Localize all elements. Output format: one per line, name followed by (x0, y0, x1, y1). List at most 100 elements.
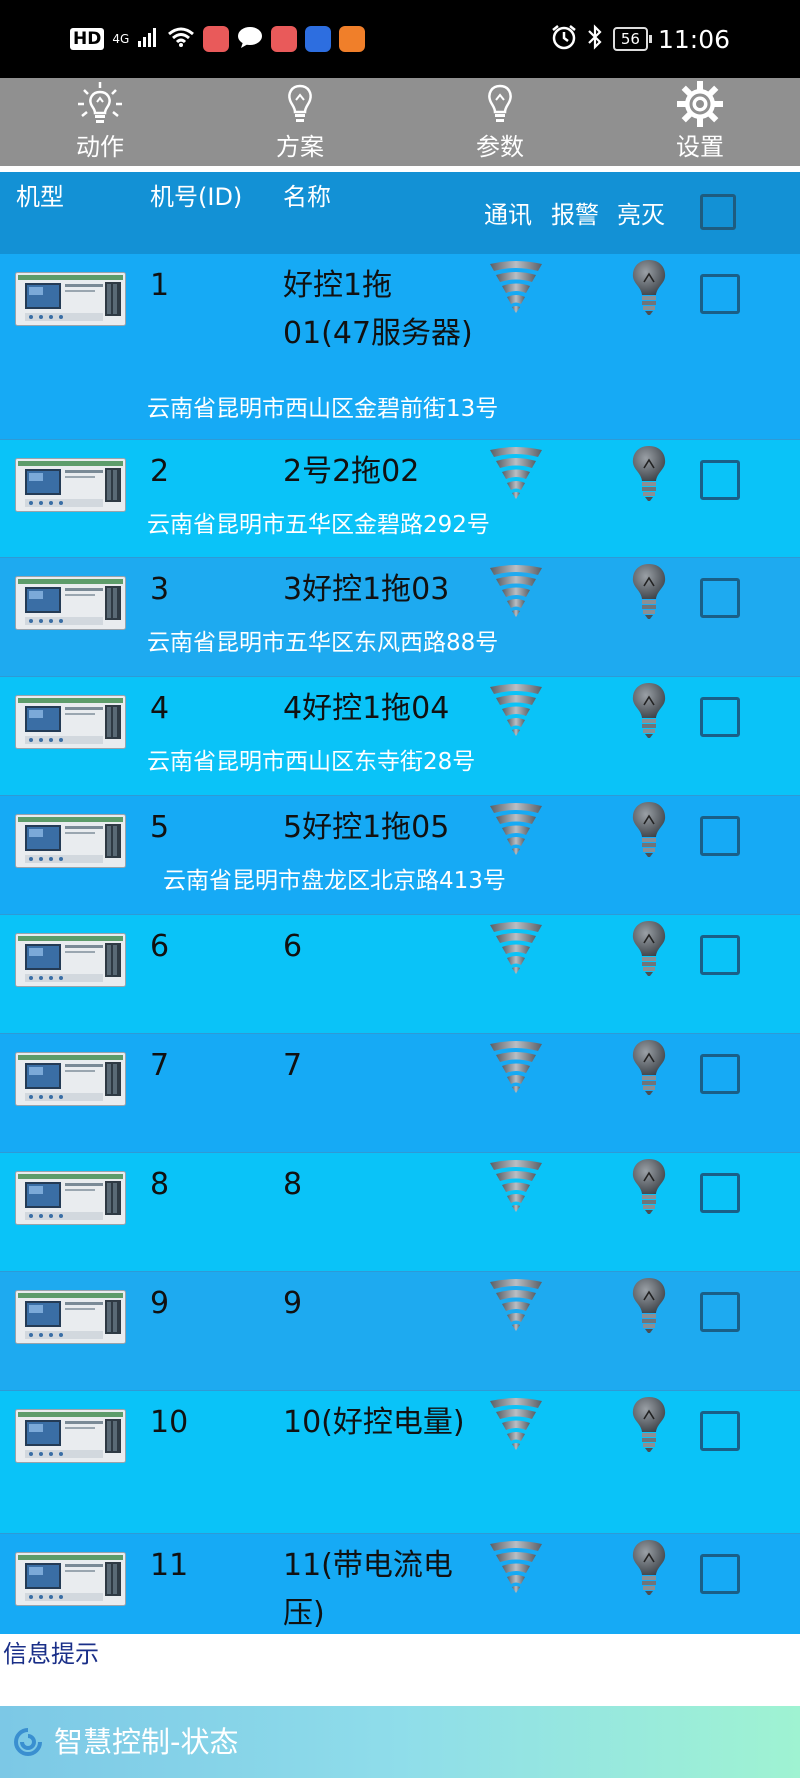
light-bulb-icon (288, 84, 312, 122)
device-list[interactable]: 机型 机号(ID) 名称 通讯 报警 亮灭 1 好控1拖01(47服务器) 云南省… (0, 172, 800, 1634)
device-row[interactable]: 11 11(带电流电压) (0, 1534, 800, 1634)
bulb-icon (632, 683, 666, 738)
row-checkbox[interactable] (700, 460, 740, 500)
footer-title: 智慧控制-状态 (54, 1725, 239, 1759)
gear-icon (677, 81, 723, 127)
clock: 11:06 (657, 24, 730, 54)
device-image (15, 1290, 126, 1344)
device-name: 6 (283, 929, 303, 964)
row-checkbox[interactable] (700, 1292, 740, 1332)
device-row[interactable]: 66 (0, 915, 800, 1034)
bulb-app-icon (305, 26, 332, 52)
device-name: 11(带电流电压) (283, 1548, 453, 1631)
nav-item-params[interactable]: 参数 (400, 78, 600, 166)
network-type: 4G (112, 32, 130, 46)
device-row[interactable]: 99 (0, 1272, 800, 1391)
device-id: 4 (150, 691, 170, 726)
bulb-icon (632, 1159, 666, 1214)
device-row[interactable]: 3 3好控1拖03 云南省昆明市五华区东风西路88号 (0, 558, 800, 677)
device-image (15, 576, 126, 630)
device-image (15, 933, 126, 987)
alarm-clock-icon (551, 24, 577, 54)
device-name: 7 (283, 1048, 303, 1083)
header-onoff: 亮灭 (617, 201, 665, 229)
device-id: 1 (150, 268, 170, 303)
bulb-icon (632, 1540, 666, 1595)
row-checkbox[interactable] (700, 578, 740, 618)
device-row[interactable]: 5 5好控1拖05 云南省昆明市盘龙区北京路413号 (0, 796, 800, 915)
row-checkbox[interactable] (700, 1173, 740, 1213)
row-checkbox[interactable] (700, 816, 740, 856)
shop-app-icon (203, 26, 230, 52)
signal-icon (490, 261, 542, 313)
device-row[interactable]: 2 2号2拖02 云南省昆明市五华区金碧路292号 (0, 440, 800, 558)
device-id: 6 (150, 929, 170, 964)
device-image (15, 272, 126, 326)
row-checkbox[interactable] (700, 274, 740, 314)
recruit-app-icon (339, 26, 366, 52)
device-address: 云南省昆明市五华区东风西路88号 (147, 630, 499, 656)
device-id: 8 (150, 1167, 170, 1202)
device-row[interactable]: 1 好控1拖01(47服务器) 云南省昆明市西山区金碧前街13号 (0, 254, 800, 440)
device-image (15, 1552, 126, 1606)
bulb-icon (632, 446, 666, 501)
signal-icon (490, 1398, 542, 1450)
device-image (15, 814, 126, 868)
table-header: 机型 机号(ID) 名称 通讯 报警 亮灭 (0, 172, 800, 254)
signal-icon (490, 565, 542, 617)
bulb-icon (632, 802, 666, 857)
status-bar: HD 4G 56 11:06 (0, 0, 800, 78)
device-address: 云南省昆明市盘龙区北京路413号 (163, 868, 506, 894)
bulb-icon (632, 564, 666, 619)
device-id: 11 (150, 1548, 189, 1583)
device-name: 10(好控电量) (283, 1405, 465, 1440)
info-label: 信息提示 (3, 1640, 99, 1668)
nav-label: 动作 (76, 133, 124, 161)
device-row[interactable]: 88 (0, 1153, 800, 1272)
device-address: 云南省昆明市五华区金碧路292号 (147, 512, 490, 538)
device-id: 2 (150, 454, 170, 489)
device-image (15, 1409, 126, 1463)
device-id: 10 (150, 1405, 189, 1440)
wifi-icon (167, 26, 195, 52)
device-image (15, 695, 126, 749)
device-rows: 1 好控1拖01(47服务器) 云南省昆明市西山区金碧前街13号 2 2号2拖02 … (0, 254, 800, 1634)
device-row[interactable]: 10 10(好控电量) (0, 1391, 800, 1534)
bulb-icon (632, 921, 666, 976)
battery-indicator: 56 (612, 27, 653, 51)
signal-icon (490, 684, 542, 736)
device-id: 7 (150, 1048, 170, 1083)
top-nav: 动作 方案 参数 设置 (0, 78, 800, 166)
info-area: 信息提示 (0, 1634, 800, 1706)
device-name: 好控1拖01(47服务器) (283, 268, 473, 351)
device-row[interactable]: 77 (0, 1034, 800, 1153)
device-name: 9 (283, 1286, 303, 1321)
signal-icon (490, 922, 542, 974)
row-checkbox[interactable] (700, 935, 740, 975)
row-checkbox[interactable] (700, 697, 740, 737)
device-image (15, 1171, 126, 1225)
bluetooth-icon (587, 24, 603, 54)
nav-label: 设置 (676, 133, 724, 161)
row-checkbox[interactable] (700, 1554, 740, 1594)
nav-item-plan[interactable]: 方案 (200, 78, 400, 166)
signal-icon (490, 1541, 542, 1593)
signal-icon (490, 1160, 542, 1212)
device-name: 3好控1拖03 (283, 572, 450, 607)
hd-badge: HD (70, 28, 105, 50)
header-name: 名称 (283, 183, 331, 211)
header-alarm: 报警 (551, 201, 599, 229)
device-id: 3 (150, 572, 170, 607)
row-checkbox[interactable] (700, 1411, 740, 1451)
status-left: HD 4G (70, 22, 366, 56)
device-name: 4好控1拖04 (283, 691, 450, 726)
device-name: 8 (283, 1167, 303, 1202)
status-right: 56 11:06 (551, 22, 730, 56)
row-checkbox[interactable] (700, 1054, 740, 1094)
nav-item-settings[interactable]: 设置 (600, 78, 800, 166)
nav-item-action[interactable]: 动作 (0, 78, 200, 166)
device-row[interactable]: 4 4好控1拖04 云南省昆明市西山区东寺街28号 (0, 677, 800, 796)
cell-signal-icon (137, 27, 159, 51)
select-all-checkbox[interactable] (700, 194, 736, 230)
signal-icon (490, 803, 542, 855)
